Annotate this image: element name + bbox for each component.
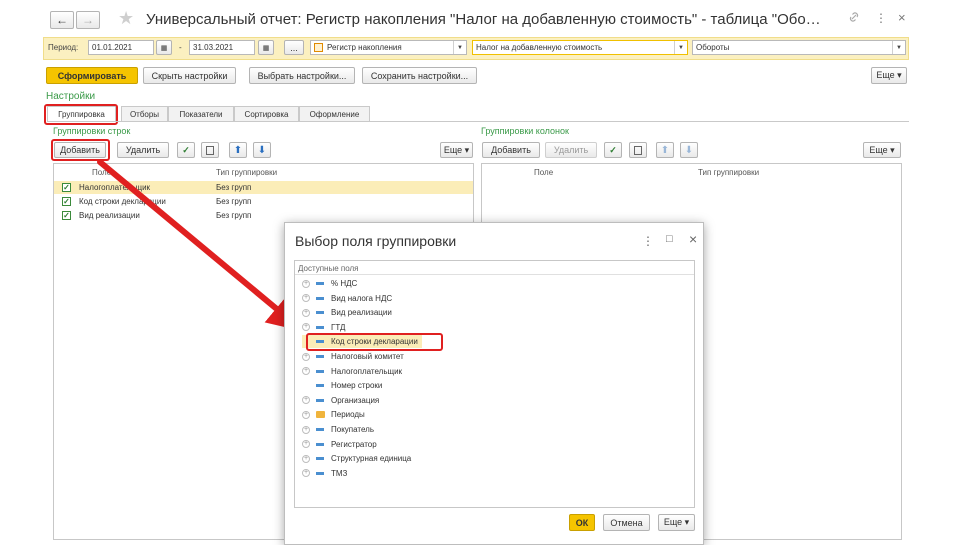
field-icon <box>316 442 324 446</box>
tree-item-label: Периоды <box>331 410 365 420</box>
expand-icon[interactable]: + <box>302 454 310 463</box>
field-icon <box>316 398 324 402</box>
expand-icon[interactable]: + <box>302 410 310 419</box>
tree-item[interactable]: + Организация <box>302 394 379 407</box>
tree-item-label: Вид реализации <box>331 308 392 318</box>
field-icon <box>316 471 324 475</box>
tree-item[interactable]: + Структурная единица <box>302 452 411 465</box>
selected-item-highlight <box>306 333 443 351</box>
tree-item[interactable]: + ТМЗ <box>302 467 347 480</box>
tree-item[interactable]: + Регистратор <box>302 438 377 451</box>
expand-icon[interactable]: + <box>302 294 310 303</box>
expand-icon[interactable]: + <box>302 367 310 376</box>
expand-icon[interactable]: + <box>302 352 310 361</box>
dialog-title: Выбор поля группировки <box>295 233 457 249</box>
tree-item[interactable]: + Налоговый комитет <box>302 350 404 363</box>
tree-item-label: Налоговый комитет <box>331 352 404 361</box>
field-icon <box>316 296 324 300</box>
tree-item[interactable]: + Покупатель <box>302 423 374 436</box>
expand-icon[interactable]: + <box>302 425 310 434</box>
tree-item-label: Номер строки <box>331 381 383 391</box>
tree-item[interactable]: + % НДС <box>302 277 357 290</box>
tree-item-label: Регистратор <box>331 439 377 449</box>
arrow-line <box>97 159 304 332</box>
tree-item-label: Покупатель <box>331 425 374 434</box>
maximize-icon[interactable]: □ <box>666 233 673 245</box>
expand-icon[interactable]: + <box>302 279 310 288</box>
tree-item-label: Вид налога НДС <box>331 293 393 303</box>
more-icon[interactable]: ⋮ <box>642 234 654 248</box>
field-icon <box>316 369 324 373</box>
tree-item-label: Налогоплательщик <box>331 366 403 376</box>
tree-item-label: % НДС <box>331 279 358 288</box>
expand-icon[interactable]: + <box>302 323 310 332</box>
field-icon <box>316 311 324 315</box>
field-icon <box>316 428 324 431</box>
close-icon[interactable]: × <box>689 231 697 247</box>
tree-item-label: Организация <box>331 395 380 405</box>
tree-item-label: ТМЗ <box>331 468 348 478</box>
tree-item-label: ГТД <box>331 322 346 332</box>
tree-item-label: Структурная единица <box>331 454 412 464</box>
cancel-button[interactable]: Отмена <box>603 514 650 531</box>
field-icon <box>316 384 324 388</box>
expand-icon[interactable]: + <box>302 308 310 317</box>
field-icon <box>316 457 324 461</box>
tree-item[interactable]: + Вид налога НДС <box>302 292 392 305</box>
expand-icon[interactable]: + <box>302 396 310 405</box>
tree-item[interactable]: + Периоды <box>302 408 365 421</box>
dialog-more-button[interactable]: Еще ▾ <box>658 514 695 531</box>
ok-button[interactable]: ОК <box>569 514 595 531</box>
tree-item[interactable]: + ГТД <box>302 321 345 334</box>
tree-item[interactable]: + Налогоплательщик <box>302 365 402 378</box>
list-header-divider <box>295 274 694 275</box>
expand-icon[interactable]: + <box>302 469 310 478</box>
field-icon <box>316 282 324 285</box>
list-header: Доступные поля <box>298 264 359 273</box>
tree-item[interactable]: + Вид реализации <box>302 306 392 319</box>
field-icon <box>316 325 324 329</box>
tree-item[interactable]: +Номер строки <box>302 379 382 392</box>
folder-icon <box>316 411 325 419</box>
expand-icon[interactable]: + <box>302 440 310 449</box>
field-icon <box>316 355 324 358</box>
